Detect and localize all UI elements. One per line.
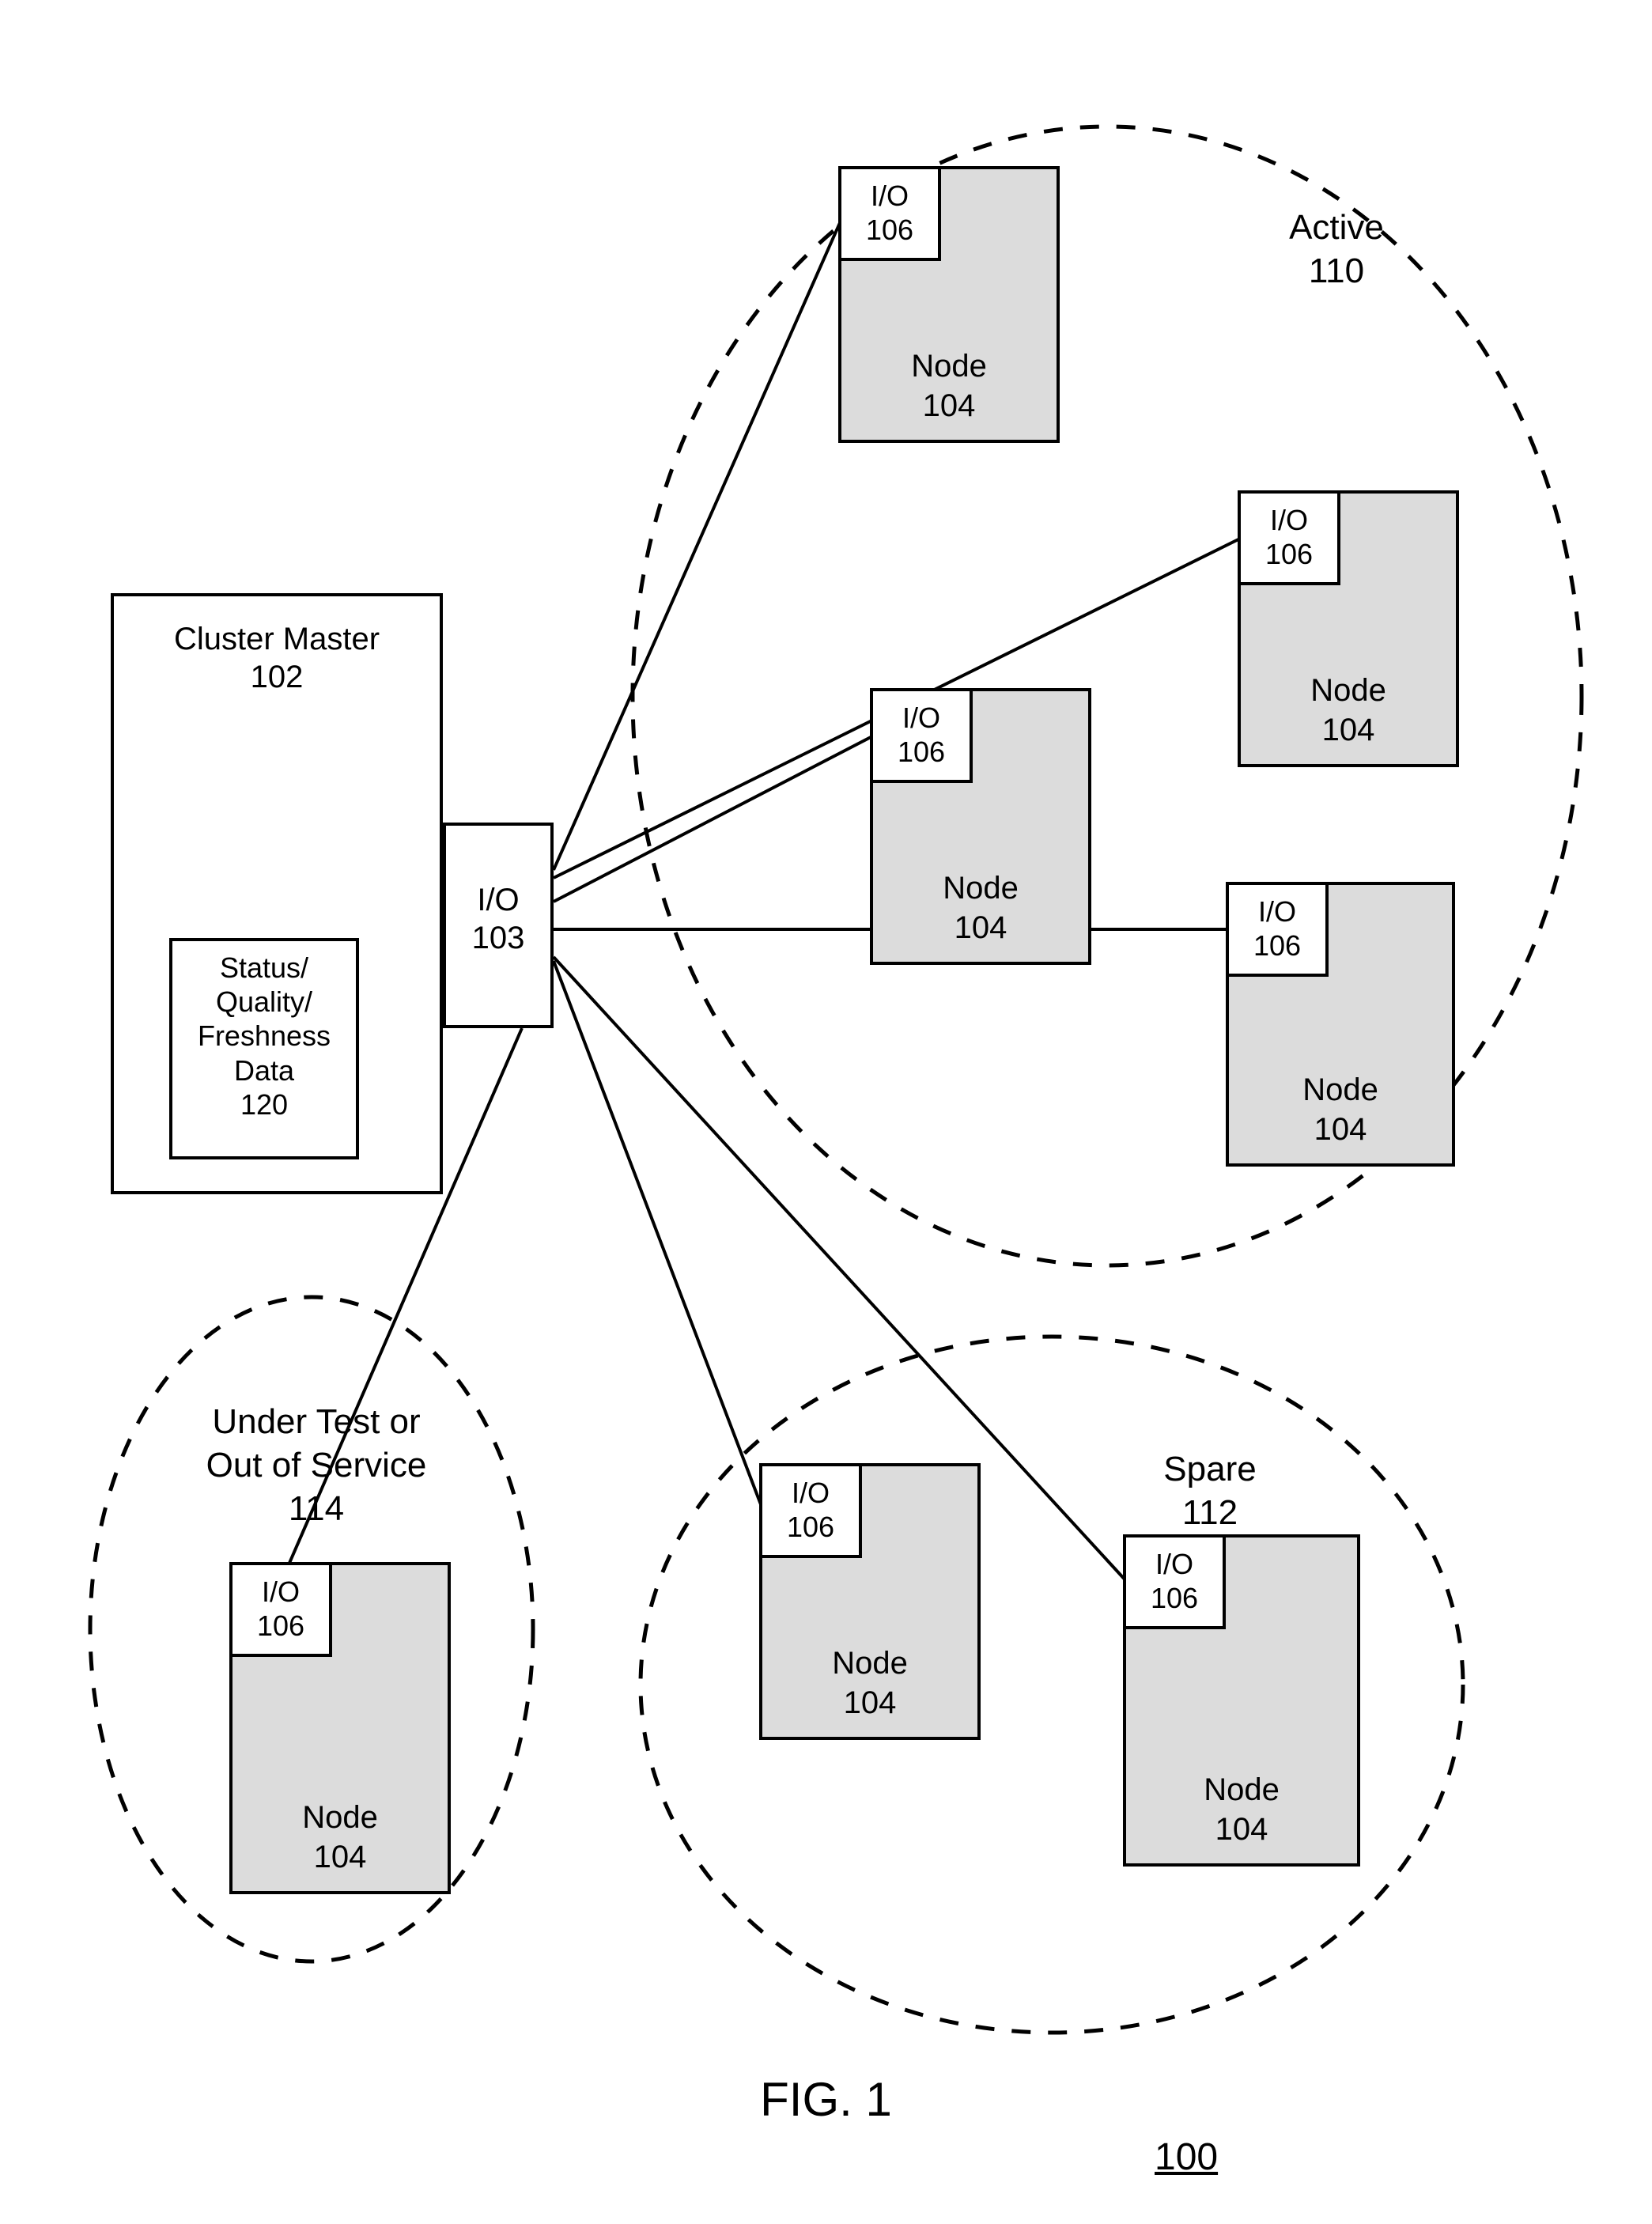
cluster-master-title: Cluster Master [174, 622, 380, 656]
node-a4-io: I/O 106 [1226, 882, 1329, 977]
diagram-canvas: Cluster Master 102 Status/ Quality/ Fres… [0, 0, 1652, 2224]
node-a2: I/O 106 Node 104 [1238, 490, 1459, 767]
active-group-label: Active 110 [1218, 206, 1455, 293]
node-a1-label: Node 104 [841, 346, 1057, 426]
link-a1 [554, 217, 842, 870]
node-a3-label: Node 104 [873, 868, 1088, 947]
node-s1: I/O 106 Node 104 [759, 1463, 981, 1740]
cluster-master-ref: 102 [251, 660, 304, 694]
node-s2: I/O 106 Node 104 [1123, 1534, 1360, 1867]
cluster-master-box: Cluster Master 102 Status/ Quality/ Fres… [111, 593, 443, 1194]
node-a2-label: Node 104 [1241, 671, 1456, 750]
node-u1-label: Node 104 [232, 1798, 448, 1877]
spare-group-label: Spare 112 [1091, 1447, 1329, 1534]
cluster-master-data-box: Status/ Quality/ Freshness Data 120 [169, 938, 359, 1159]
node-u1: I/O 106 Node 104 [229, 1562, 451, 1894]
node-a1-io: I/O 106 [838, 166, 941, 261]
figure-ref: 100 [1155, 2135, 1218, 2179]
node-a2-io: I/O 106 [1238, 490, 1340, 585]
node-a4: I/O 106 Node 104 [1226, 882, 1455, 1167]
under-group-label: Under Test or Out of Service 114 [166, 1400, 467, 1530]
node-s1-label: Node 104 [762, 1643, 977, 1723]
node-s2-label: Node 104 [1126, 1770, 1357, 1849]
cluster-master-io-box: I/O 103 [443, 823, 554, 1028]
figure-caption: FIG. 1 [0, 2072, 1652, 2127]
node-a1: I/O 106 Node 104 [838, 166, 1060, 443]
node-s1-io: I/O 106 [759, 1463, 862, 1558]
node-s2-io: I/O 106 [1123, 1534, 1226, 1629]
node-u1-io: I/O 106 [229, 1562, 332, 1657]
node-a4-label: Node 104 [1229, 1070, 1452, 1149]
node-a3-io: I/O 106 [870, 688, 973, 783]
node-a3: I/O 106 Node 104 [870, 688, 1091, 965]
